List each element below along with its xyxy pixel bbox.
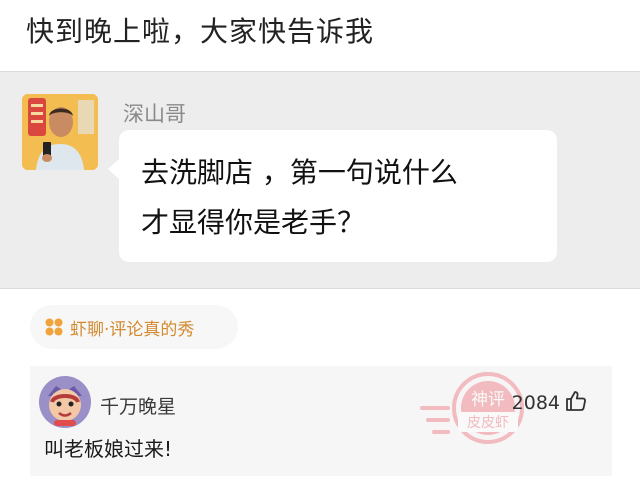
section-tag[interactable]: 虾聊·评论真的秀 <box>30 305 238 349</box>
sender-avatar-image <box>22 94 98 170</box>
post-page: 快到晚上啦，大家快告诉我 深山哥 去洗脚店 ，第一句说什么 才显得你是老手？ 虾… <box>0 0 640 492</box>
chat-bubble: 去洗脚店 ，第一句说什么 才显得你是老手？ <box>119 130 557 262</box>
chat-screenshot: 深山哥 去洗脚店 ，第一句说什么 才显得你是老手？ <box>0 71 640 289</box>
post-title: 快到晚上啦，大家快告诉我 <box>26 15 375 48</box>
comment-text: 叫老板娘过来! <box>44 437 173 461</box>
section-tag-label: 虾聊·评论真的秀 <box>70 319 195 340</box>
thumbs-up-icon[interactable] <box>564 389 588 413</box>
four-dots-icon <box>45 318 63 336</box>
commenter-name[interactable]: 千万晚星 <box>100 392 176 419</box>
comment-card: 千万晚星 神评 皮皮虾 2084 叫老板娘过来! <box>30 366 612 476</box>
message-line: 才显得你是老手？ <box>141 206 366 239</box>
stamp-line1: 神评 <box>471 390 505 410</box>
message-line: 去洗脚店 ，第一句说什么 <box>141 156 458 189</box>
commenter-avatar[interactable] <box>36 372 94 430</box>
sender-avatar[interactable] <box>22 94 98 170</box>
stamp-line2: 皮皮虾 <box>467 415 509 431</box>
like-count: 2084 <box>511 392 560 414</box>
sender-name: 深山哥 <box>123 102 186 126</box>
